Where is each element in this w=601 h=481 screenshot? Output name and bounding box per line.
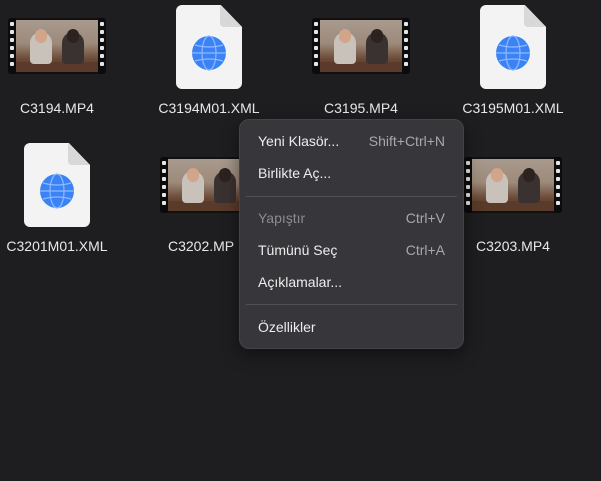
file-name: C3195.MP4	[324, 100, 398, 116]
globe-icon	[496, 35, 530, 71]
file-name: C3194M01.XML	[158, 100, 260, 116]
file-name: C3195M01.XML	[462, 100, 564, 116]
menu-item-shortcut: Shift+Ctrl+N	[368, 133, 445, 149]
video-thumbnail	[312, 18, 410, 74]
xml-document-icon	[176, 5, 242, 89]
menu-item-open-with[interactable]: Birlikte Aç...	[246, 158, 457, 188]
menu-item-select-all[interactable]: Tümünü Seç Ctrl+A	[246, 235, 457, 265]
file-name: C3202.MP	[168, 238, 235, 254]
globe-icon	[192, 35, 226, 71]
context-menu: Yeni Klasör... Shift+Ctrl+N Birlikte Aç.…	[239, 119, 464, 349]
file-name: C3201M01.XML	[6, 238, 108, 254]
file-item-c3195m01-xml[interactable]: C3195M01.XML	[448, 0, 578, 120]
menu-item-label: Tümünü Seç	[258, 242, 338, 258]
menu-item-properties[interactable]: Özellikler	[246, 312, 457, 342]
menu-separator	[246, 304, 457, 305]
menu-item-label: Özellikler	[258, 319, 316, 335]
menu-item-annotations[interactable]: Açıklamalar...	[246, 267, 457, 297]
file-item-c3195-mp4[interactable]: C3195.MP4	[296, 0, 426, 120]
menu-item-shortcut: Ctrl+V	[405, 210, 445, 226]
file-name: C3194.MP4	[20, 100, 94, 116]
file-item-c3194-mp4[interactable]: C3194.MP4	[0, 0, 122, 120]
menu-item-paste[interactable]: Yapıştır Ctrl+V	[246, 203, 457, 233]
menu-item-label: Yeni Klasör...	[258, 133, 340, 149]
file-item-c3203-mp4[interactable]: C3203.MP4	[448, 140, 578, 260]
menu-item-shortcut: Ctrl+A	[405, 242, 445, 258]
menu-item-label: Birlikte Aç...	[258, 165, 332, 181]
menu-separator	[246, 196, 457, 197]
video-thumbnail	[8, 18, 106, 74]
menu-item-new-folder[interactable]: Yeni Klasör... Shift+Ctrl+N	[246, 126, 457, 156]
file-item-c3194m01-xml[interactable]: C3194M01.XML	[144, 0, 274, 120]
video-thumbnail	[464, 157, 562, 213]
xml-document-icon	[24, 143, 90, 227]
menu-item-label: Yapıştır	[258, 210, 306, 226]
file-name: C3203.MP4	[476, 238, 550, 254]
globe-icon	[40, 173, 74, 209]
file-item-c3201m01-xml[interactable]: C3201M01.XML	[0, 140, 122, 260]
menu-item-label: Açıklamalar...	[258, 274, 343, 290]
xml-document-icon	[480, 5, 546, 89]
